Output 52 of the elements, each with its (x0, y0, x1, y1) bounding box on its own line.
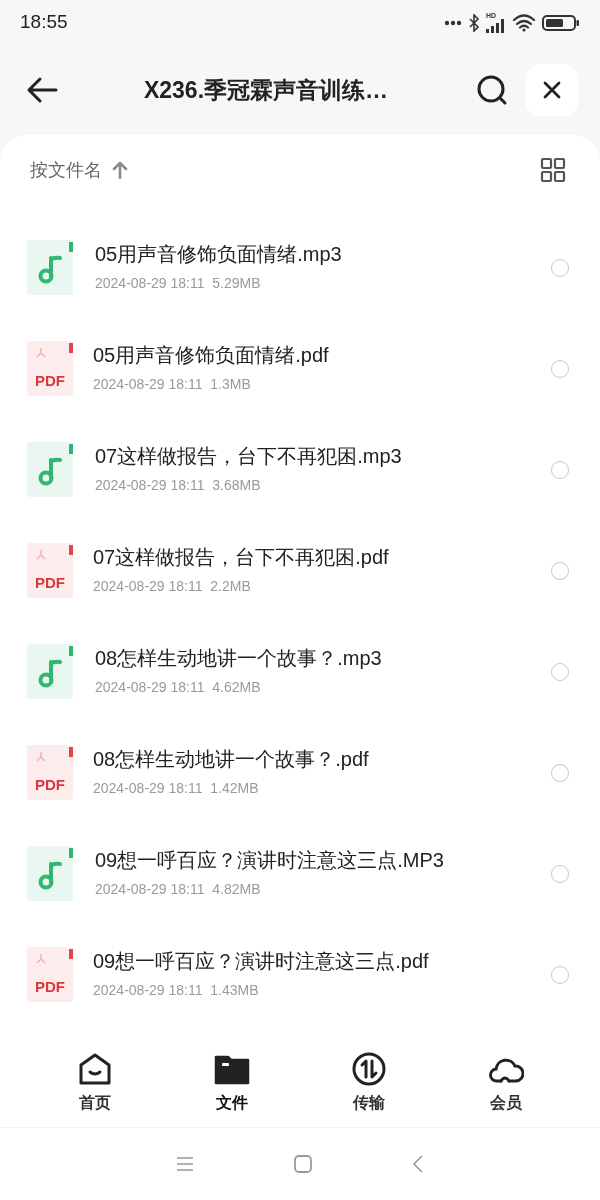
wifi-icon (512, 13, 536, 32)
sort-button[interactable]: 按文件名 (30, 156, 128, 184)
file-row[interactable]: 08怎样生动地讲一个故事？.mp3 2024-08-29 18:11 4.62MB (0, 621, 600, 722)
file-meta: 2024-08-29 18:11 4.82MB (95, 879, 262, 899)
file-row[interactable]: 09想一呼百应？演讲时注意这三点.MP3 2024-08-29 18:11 4.82MB (0, 823, 600, 924)
close-button[interactable] (526, 64, 578, 116)
pdf-file-icon: PDF (27, 745, 73, 800)
music-file-icon (27, 643, 75, 700)
file-meta: 2024-08-29 18:11 4.62MB (95, 677, 262, 697)
file-row[interactable]: 07这样做报告，台下不再犯困.mp3 2024-08-29 18:11 3.68MB (0, 419, 600, 520)
file-name: 07这样做报告，台下不再犯困.pdf (93, 544, 390, 570)
nav-tab[interactable]: 首页 (44, 1050, 145, 1115)
file-meta: 2024-08-29 18:11 5.29MB (95, 273, 262, 293)
music-file-icon (27, 239, 75, 296)
bluetooth-icon (468, 13, 480, 32)
folder-title: X236.季冠霖声音训练… (143, 75, 389, 105)
file-row[interactable]: PDF 07这样做报告，台下不再犯困.pdf 2024-08-29 18:11 2.2MB (0, 520, 600, 621)
close-icon (543, 81, 561, 99)
arrow-up-icon (112, 161, 128, 179)
dots-icon (444, 19, 462, 26)
battery-icon (542, 13, 580, 32)
file-meta: 2024-08-29 18:11 1.3MB (93, 374, 252, 394)
pdf-file-icon: PDF (27, 543, 73, 598)
file-meta: 2024-08-29 18:11 2.2MB (93, 576, 252, 596)
home-square-icon[interactable] (294, 1155, 312, 1173)
transfer-icon (350, 1050, 387, 1087)
file-name: 05用声音修饰负面情绪.mp3 (95, 241, 343, 267)
file-meta: 2024-08-29 18:11 1.42MB (93, 778, 260, 798)
file-name: 07这样做报告，台下不再犯困.mp3 (95, 443, 403, 469)
file-meta: 2024-08-29 18:11 3.68MB (95, 475, 262, 495)
file-name: 05用声音修饰负面情绪.pdf (93, 342, 330, 368)
signal-icon (486, 19, 506, 33)
file-row[interactable]: PDF 05用声音修饰负面情绪.pdf 2024-08-29 18:11 1.3MB (0, 318, 600, 419)
status-time: 18:55 (20, 10, 68, 35)
file-row[interactable]: PDF 09想一呼百应？演讲时注意这三点.pdf 2024-08-29 18:11 1.43MB (0, 924, 600, 1025)
file-name: 09想一呼百应？演讲时注意这三点.MP3 (95, 847, 445, 873)
file-row[interactable]: 05用声音修饰负面情绪.mp3 2024-08-29 18:11 5.29MB (0, 217, 600, 318)
back-icon[interactable] (412, 1155, 424, 1173)
pdf-file-icon: PDF (27, 947, 73, 1002)
file-name: 08怎样生动地讲一个故事？.pdf (93, 746, 370, 772)
file-name: 08怎样生动地讲一个故事？.mp3 (95, 645, 383, 671)
grid-view-button[interactable] (540, 157, 566, 183)
pdf-file-icon: PDF (27, 341, 73, 396)
nav-tab[interactable]: 传输 (318, 1050, 419, 1115)
file-name: 09想一呼百应？演讲时注意这三点.pdf (93, 948, 430, 974)
nav-tab[interactable]: 会员 (455, 1050, 556, 1115)
file-row[interactable]: PDF 08怎样生动地讲一个故事？.pdf 2024-08-29 18:11 1.42MB (0, 722, 600, 823)
nav-tab[interactable]: 文件 (181, 1050, 282, 1115)
music-file-icon (27, 441, 75, 498)
menu-icon[interactable] (176, 1156, 194, 1172)
file-meta: 2024-08-29 18:11 1.43MB (93, 980, 260, 1000)
music-file-icon (27, 845, 75, 902)
